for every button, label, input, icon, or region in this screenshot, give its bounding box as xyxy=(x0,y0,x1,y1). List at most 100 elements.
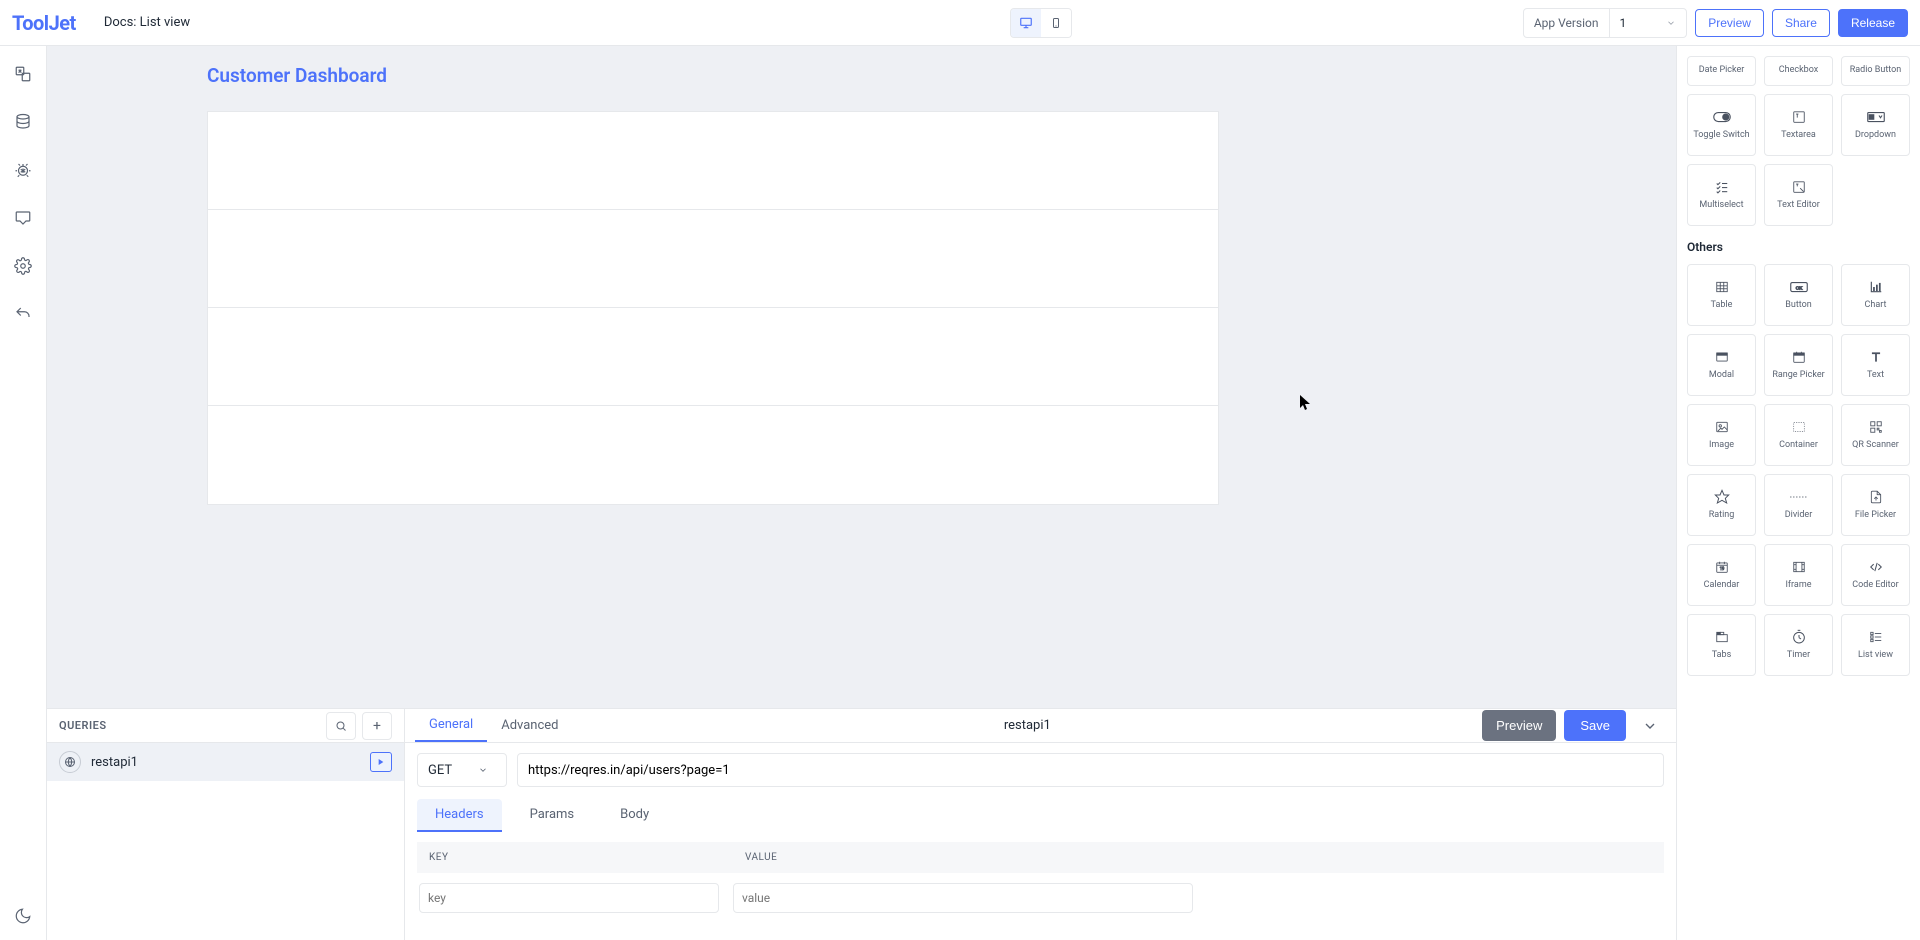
query-item-name: restapi1 xyxy=(91,755,360,770)
comp-table[interactable]: Table xyxy=(1687,264,1756,326)
comp-toggle-switch[interactable]: Toggle Switch xyxy=(1687,94,1756,156)
moon-icon[interactable] xyxy=(13,906,33,926)
button-icon: OK xyxy=(1790,279,1808,295)
comp-dropdown[interactable]: Dropdown xyxy=(1841,94,1910,156)
calendar-icon: 19 xyxy=(1713,559,1731,575)
query-item-restapi1[interactable]: restapi1 xyxy=(47,743,404,781)
canvas[interactable]: Customer Dashboard xyxy=(47,46,1676,708)
tab-general[interactable]: General xyxy=(415,709,487,742)
query-editor: General Advanced restapi1 Preview Save xyxy=(405,709,1676,940)
comp-list-view[interactable]: List view xyxy=(1841,614,1910,676)
add-query-button[interactable]: + xyxy=(362,712,392,740)
method-select[interactable]: GET xyxy=(417,753,507,787)
share-button[interactable]: Share xyxy=(1772,9,1830,37)
page-title: Customer Dashboard xyxy=(183,46,1243,97)
comp-container[interactable]: Container xyxy=(1764,404,1833,466)
comp-multiselect[interactable]: Multiselect xyxy=(1687,164,1756,226)
comp-checkbox[interactable]: Checkbox xyxy=(1764,56,1833,86)
divider-icon xyxy=(1790,489,1808,505)
gear-icon[interactable] xyxy=(13,256,33,276)
comp-textarea[interactable]: Textarea xyxy=(1764,94,1833,156)
query-save-button[interactable]: Save xyxy=(1564,710,1626,741)
list-view-icon xyxy=(1867,629,1885,645)
comp-button[interactable]: OKButton xyxy=(1764,264,1833,326)
range-picker-icon xyxy=(1790,349,1808,365)
play-icon[interactable] xyxy=(370,752,392,772)
tab-headers[interactable]: Headers xyxy=(417,799,502,832)
comp-date-picker[interactable]: Date Picker xyxy=(1687,56,1756,86)
release-button[interactable]: Release xyxy=(1838,9,1908,37)
header-value-input[interactable] xyxy=(733,883,1193,913)
comp-row-inputs2: Toggle Switch Textarea Dropdown xyxy=(1687,94,1910,156)
comp-file-picker[interactable]: File Picker xyxy=(1841,474,1910,536)
query-actions: Preview Save xyxy=(1482,710,1666,741)
comp-calendar[interactable]: 19Calendar xyxy=(1687,544,1756,606)
comp-modal[interactable]: Modal xyxy=(1687,334,1756,396)
kv-key-header: KEY xyxy=(429,852,745,863)
desktop-icon[interactable] xyxy=(1011,9,1041,37)
left-rail xyxy=(0,46,47,940)
comp-range-picker[interactable]: Range Picker xyxy=(1764,334,1833,396)
search-icon[interactable] xyxy=(326,712,356,740)
restapi-icon xyxy=(59,751,81,773)
comp-code-editor[interactable]: Code Editor xyxy=(1841,544,1910,606)
database-icon[interactable] xyxy=(13,112,33,132)
sub-tabs: Headers Params Body xyxy=(417,799,1664,832)
comp-divider[interactable]: Divider xyxy=(1764,474,1833,536)
url-input[interactable] xyxy=(517,753,1664,787)
tab-body-req[interactable]: Body xyxy=(602,799,667,832)
app-version[interactable]: App Version 1 xyxy=(1523,8,1687,38)
logo[interactable]: ToolJet xyxy=(12,11,76,35)
components-panel: Date Picker Checkbox Radio Button Toggle… xyxy=(1676,46,1920,940)
toggle-icon xyxy=(1713,109,1731,125)
header-key-input[interactable] xyxy=(419,883,719,913)
svg-text:OK: OK xyxy=(1795,285,1802,290)
comp-chart[interactable]: Chart xyxy=(1841,264,1910,326)
comp-qr-scanner[interactable]: QR Scanner xyxy=(1841,404,1910,466)
file-picker-icon xyxy=(1867,489,1885,505)
list-item[interactable] xyxy=(208,308,1218,406)
comp-text-editor[interactable]: Text Editor xyxy=(1764,164,1833,226)
debug-icon[interactable] xyxy=(13,160,33,180)
query-preview-button[interactable]: Preview xyxy=(1482,710,1556,741)
mobile-icon[interactable] xyxy=(1041,9,1071,37)
comp-image[interactable]: Image xyxy=(1687,404,1756,466)
comp-text[interactable]: Text xyxy=(1841,334,1910,396)
list-item[interactable] xyxy=(208,406,1218,504)
app-version-select[interactable]: 1 xyxy=(1609,9,1687,37)
tab-advanced[interactable]: Advanced xyxy=(487,709,572,742)
list-item[interactable] xyxy=(208,210,1218,308)
list-item[interactable] xyxy=(208,112,1218,210)
docs-label: Docs: List view xyxy=(104,15,190,30)
iframe-icon xyxy=(1790,559,1808,575)
kv-row xyxy=(417,873,1664,923)
translate-icon[interactable] xyxy=(13,64,33,84)
tabs-icon xyxy=(1713,629,1731,645)
comp-tabs[interactable]: Tabs xyxy=(1687,614,1756,676)
query-panel: QUERIES + restapi1 xyxy=(47,708,1676,940)
main: Customer Dashboard QUERIES + xyxy=(0,46,1920,940)
dropdown-icon xyxy=(1867,109,1885,125)
undo-icon[interactable] xyxy=(13,304,33,324)
chevron-down-icon[interactable] xyxy=(1634,718,1666,734)
tab-params[interactable]: Params xyxy=(512,799,593,832)
code-editor-icon xyxy=(1867,559,1885,575)
comp-grid-others: TableOKButtonChart ModalRange PickerText I… xyxy=(1687,264,1910,676)
kv-header: KEY VALUE xyxy=(417,842,1664,873)
timer-icon xyxy=(1790,629,1808,645)
listview-component[interactable] xyxy=(207,111,1219,505)
comp-iframe[interactable]: Iframe xyxy=(1764,544,1833,606)
comp-rating[interactable]: Rating xyxy=(1687,474,1756,536)
chart-icon xyxy=(1867,279,1885,295)
query-list-header: QUERIES + xyxy=(47,709,404,743)
comp-radio-button[interactable]: Radio Button xyxy=(1841,56,1910,86)
comp-row-inputs3: Multiselect Text Editor xyxy=(1687,164,1910,226)
queries-title: QUERIES xyxy=(59,719,320,732)
query-list: QUERIES + restapi1 xyxy=(47,709,405,940)
comp-timer[interactable]: Timer xyxy=(1764,614,1833,676)
kv-value-header: VALUE xyxy=(745,852,777,863)
comment-icon[interactable] xyxy=(13,208,33,228)
qr-scanner-icon xyxy=(1867,419,1885,435)
method-url-row: GET xyxy=(417,753,1664,787)
preview-button[interactable]: Preview xyxy=(1695,9,1764,37)
